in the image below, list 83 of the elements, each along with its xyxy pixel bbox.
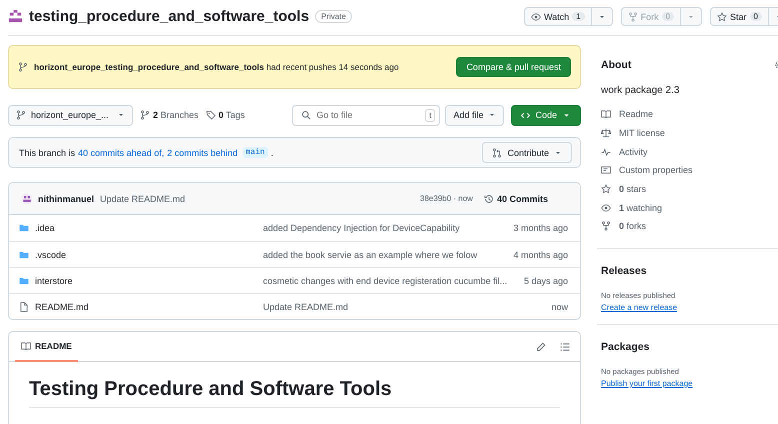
pull-request-icon — [492, 148, 502, 158]
edit-button[interactable] — [536, 342, 546, 352]
repo-description: work package 2.3 — [601, 85, 680, 96]
compare-button[interactable]: Compare & pull request — [456, 57, 571, 77]
star-icon — [717, 12, 728, 22]
file-name-link[interactable]: .idea — [35, 223, 257, 233]
readme-tab[interactable]: README — [15, 332, 78, 362]
about-heading: About — [601, 59, 632, 71]
visibility-label: Private — [315, 10, 352, 23]
file-name-link[interactable]: README.md — [35, 302, 257, 312]
watch-button[interactable]: Watch 1 — [524, 8, 592, 25]
search-icon — [301, 110, 312, 120]
avatar-icon — [21, 192, 33, 204]
about-link[interactable]: 1 watching — [601, 198, 778, 218]
pencil-icon — [536, 342, 546, 352]
commit-message-link[interactable]: Update README.md — [100, 194, 186, 204]
section-heading: Releases — [601, 264, 648, 277]
note-icon — [601, 165, 611, 176]
about-link[interactable]: Activity — [601, 142, 778, 162]
count-badge: 1 — [572, 12, 585, 21]
star-button[interactable]: Star 0 — [711, 8, 769, 25]
tags-link[interactable]: 0 Tags — [206, 110, 245, 120]
folder-icon — [19, 276, 29, 286]
about-link[interactable]: 0 forks — [601, 217, 778, 236]
branch-status-text: This branch is — [19, 148, 76, 158]
book-icon — [21, 340, 31, 350]
about-link[interactable]: MIT license — [601, 124, 778, 142]
folder-icon — [19, 223, 29, 233]
commits-link[interactable]: 40 Commits — [484, 194, 548, 204]
contribute-button[interactable]: Contribute — [482, 142, 572, 163]
commit-time: 3 months ago — [513, 223, 568, 233]
fork-icon — [628, 12, 638, 22]
folder-icon — [19, 250, 29, 260]
repo-name-link[interactable]: testing_procedure_and_software_tools — [29, 8, 310, 25]
about-link[interactable]: 0 stars — [601, 180, 778, 198]
file-icon — [19, 302, 29, 312]
count-badge: 0 — [662, 12, 674, 21]
commit-message-link[interactable]: added Dependency Injection for DeviceCapability — [263, 223, 508, 233]
tag-icon — [206, 110, 216, 120]
add-file-button[interactable]: Add file — [445, 104, 504, 126]
outline-button[interactable] — [560, 342, 570, 352]
history-icon — [484, 194, 494, 204]
list-icon — [560, 342, 570, 352]
repo-logo-icon — [8, 9, 23, 24]
commit-time: 4 months ago — [513, 250, 568, 260]
eye-icon — [530, 12, 541, 22]
branch-icon — [18, 62, 28, 72]
file-name-link[interactable]: .vscode — [35, 250, 257, 260]
caret-icon — [488, 111, 496, 119]
scales-icon — [601, 128, 611, 138]
book-icon — [601, 109, 611, 120]
count-badge: 0 — [750, 12, 762, 21]
commit-message-link[interactable]: Update README.md — [263, 302, 546, 312]
shortcut-key: t — [425, 108, 436, 122]
code-icon — [521, 110, 530, 120]
star-icon — [601, 184, 611, 194]
branch-icon — [140, 110, 150, 120]
fork-icon — [601, 221, 611, 232]
commit-time: 5 days ago — [524, 276, 568, 286]
code-button[interactable]: Code — [511, 104, 581, 126]
base-branch-label[interactable]: main — [242, 147, 268, 158]
branches-link[interactable]: 2 Branches — [140, 110, 199, 120]
period-text: . — [270, 148, 274, 158]
commit-message-link[interactable]: cosmetic changes with end device registeration cucumbe fil... — [263, 276, 518, 286]
commit-message-link[interactable]: added the book servie as an example where we folow — [263, 250, 508, 260]
section-link[interactable]: Create a new release — [601, 302, 678, 312]
about-link[interactable]: Custom properties — [601, 161, 778, 180]
section-link[interactable]: Publish your first package — [601, 378, 693, 388]
branch-icon — [16, 110, 26, 120]
branch-selector[interactable]: horizont_europe_... — [8, 104, 133, 126]
ahead-link[interactable]: 40 commits ahead of, — [78, 148, 164, 158]
about-link[interactable]: Readme — [601, 105, 778, 124]
author-link[interactable]: nithinmanuel — [38, 194, 94, 204]
caret-icon — [117, 111, 125, 119]
commit-sha-time: 38e39b0 · now — [420, 194, 473, 203]
readme-heading: Testing Procedure and Software Tools — [29, 378, 560, 408]
behind-link[interactable]: 2 commits behind — [167, 148, 238, 158]
push-message: horizont_europe_testing_procedure_and_software_tools had recent pushes 14 seconds ago — [34, 62, 400, 72]
eye-icon — [601, 202, 611, 213]
file-name-link[interactable]: interstore — [35, 276, 257, 286]
commit-time: now — [551, 302, 568, 312]
section-heading: Packages — [601, 340, 650, 353]
pulse-icon — [601, 146, 611, 157]
